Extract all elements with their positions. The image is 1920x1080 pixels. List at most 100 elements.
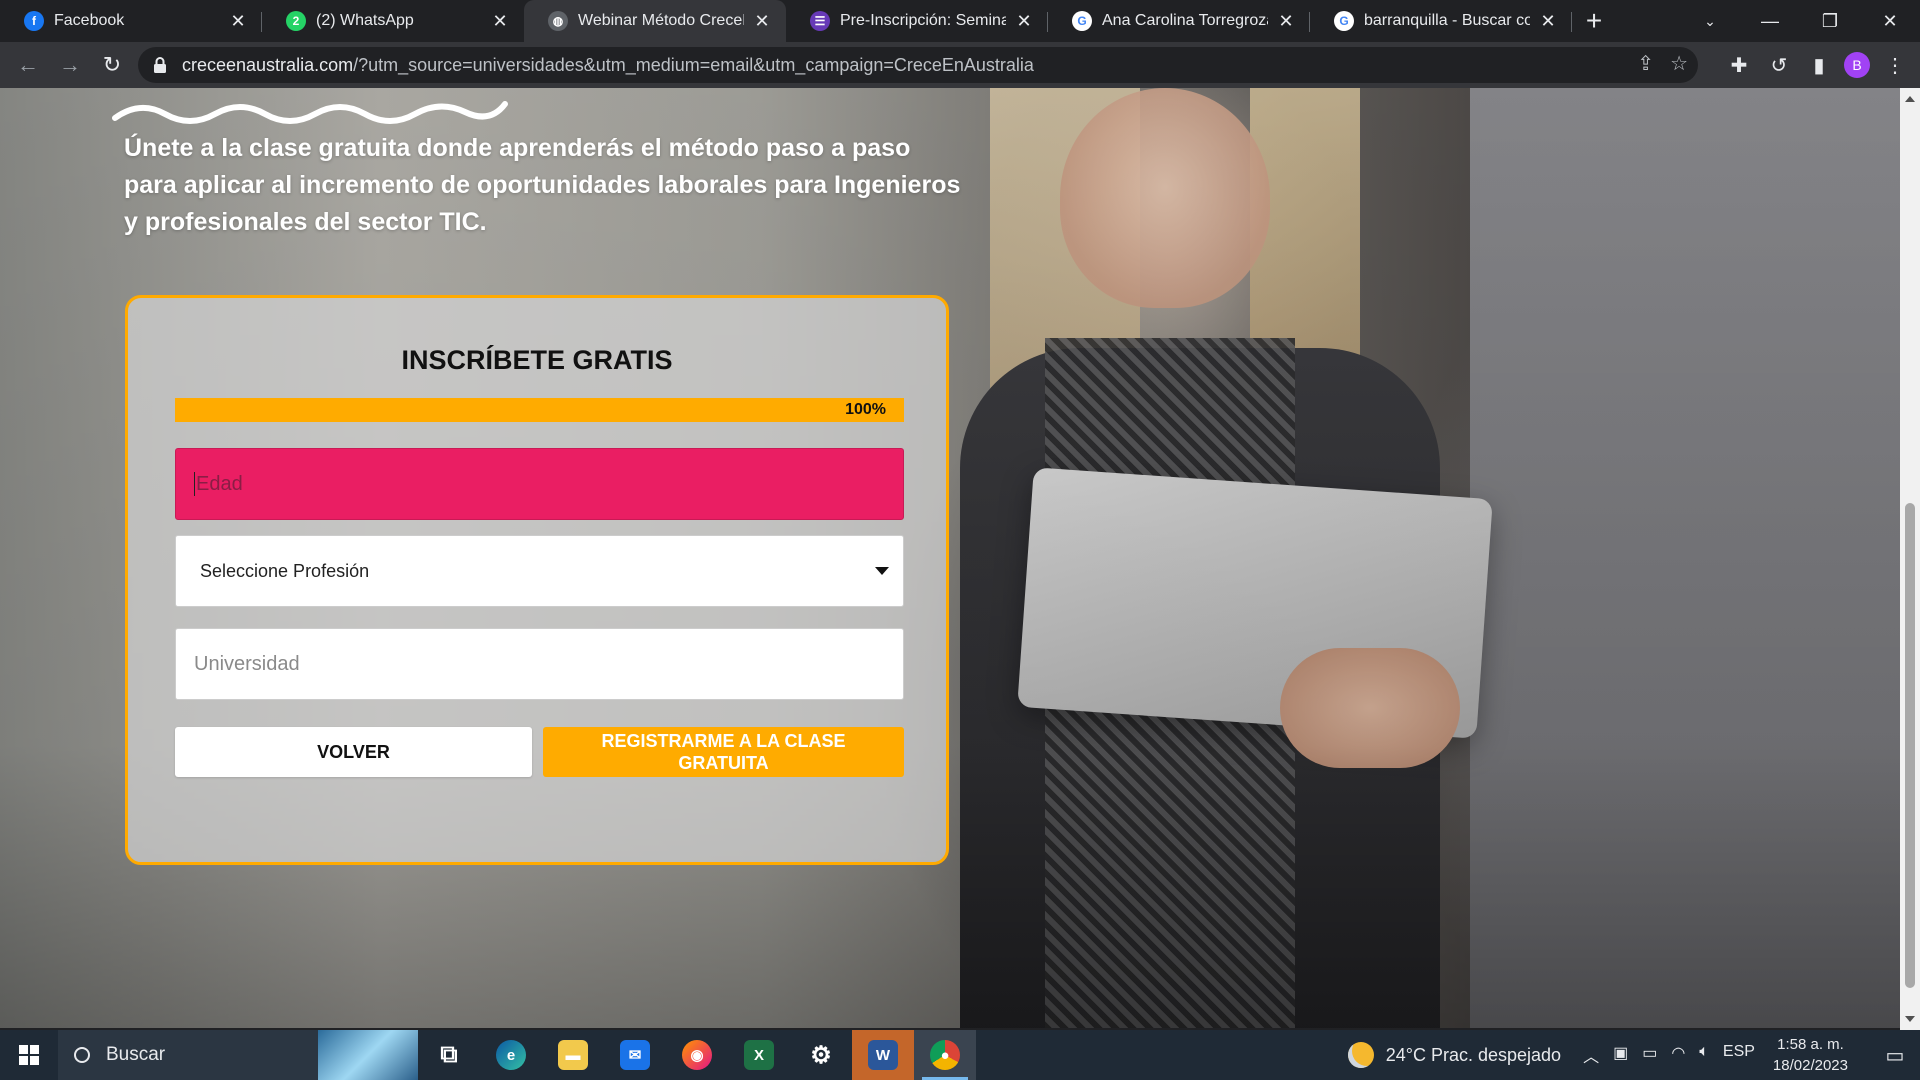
file-explorer-taskbar-button[interactable]: ▬ [542,1030,604,1080]
reload-icon[interactable]: ↻ [92,45,132,85]
page-content: Únete a la clase gratuita donde aprender… [0,88,1900,1028]
tab-title: Ana Carolina Torregroza Esp [1102,12,1268,29]
browser-tab[interactable]: ☰ Pre-Inscripción: Seminario t ✕ [786,0,1048,42]
chevron-up-icon[interactable]: ︿ [1583,1043,1599,1067]
form-progress-bar: 100% [175,398,904,422]
forms-icon: ☰ [810,11,830,31]
browser-tab[interactable]: ◍ Webinar Método CreceEnAustralia ✕ [524,0,786,42]
windows-start-icon[interactable] [0,1030,58,1080]
settings-icon: ⚙ [810,1041,832,1069]
browser-tab[interactable]: G Ana Carolina Torregroza Esp ✕ [1048,0,1310,42]
system-tray: 24°C Prac. despejado ︿ ▣ ▭ ◠ 🔈︎ ESP 1:58… [1347,1030,1920,1080]
windows-taskbar: Buscar ⧉ e ▬ ✉ ◉ X ⚙ W ● 24°C Prac. despejado ︿ … [0,1030,1920,1080]
volume-icon[interactable]: 🔈︎ [1699,1043,1709,1067]
form-title: INSCRÍBETE GRATIS [401,345,673,375]
word-taskbar-button[interactable]: W [852,1030,914,1080]
registration-form: INSCRÍBETE GRATIS 100% Edad Seleccione P… [125,295,949,865]
profession-selected-value: Seleccione Profesión [200,560,370,581]
scroll-down-arrow-icon[interactable] [1905,1016,1915,1022]
chevron-down-icon [875,567,889,575]
google-icon: G [1072,11,1092,31]
weather-icon [1347,1042,1374,1068]
url-path: /?utm_source=universidades&utm_medium=em… [353,54,1034,75]
taskbar-search-placeholder: Buscar [106,1044,166,1065]
browser-toolbar: ← → ↻ creceenaustralia.com/?utm_source=u… [0,42,1920,88]
word-icon: W [868,1040,898,1070]
url-host: creceenaustralia.com [182,54,354,75]
scroll-up-arrow-icon[interactable] [1905,96,1915,102]
browser-tab[interactable]: f Facebook ✕ [0,0,262,42]
page-scrollbar[interactable] [1900,88,1920,1030]
browser-tab[interactable]: 2 (2) WhatsApp ✕ [262,0,524,42]
meet-icon[interactable]: ▣ [1613,1043,1628,1067]
new-tab-button[interactable]: + [1572,0,1616,42]
excel-taskbar-button[interactable]: X [728,1030,790,1080]
decorative-squiggle [112,101,508,124]
tab-close-icon[interactable]: ✕ [228,11,248,31]
bookmark-star-icon[interactable]: ☆ [1670,51,1688,76]
globe-icon: ◍ [548,11,568,31]
edge-icon: e [496,1040,526,1070]
clock-date: 18/02/2023 [1772,1057,1848,1074]
weather-text: 24°C Prac. despejado [1385,1044,1562,1065]
back-button[interactable]: VOLVER [175,727,532,777]
extensions-icon[interactable]: ✚ [1724,45,1754,85]
edge-taskbar-button[interactable]: e [480,1030,542,1080]
tab-title: Facebook [54,12,125,29]
side-panel-icon[interactable]: ▮ [1804,45,1834,85]
whatsapp-icon: 2 [286,11,306,31]
clock-time: 1:58 a. m. [1777,1036,1844,1053]
tab-close-icon[interactable]: ✕ [1276,11,1296,31]
search-highlight-image [318,1030,418,1080]
profile-avatar[interactable]: B [1844,52,1870,78]
minimize-icon[interactable]: — [1740,0,1800,42]
tab-close-icon[interactable]: ✕ [752,11,772,31]
tab-title: (2) WhatsApp [316,12,414,29]
settings-taskbar-button[interactable]: ⚙ [790,1030,852,1080]
share-icon[interactable]: ⇪ [1637,51,1654,76]
window-controls: — ❐ ✕ [1740,0,1920,42]
tab-close-icon[interactable]: ✕ [1538,11,1558,31]
profession-select[interactable]: Seleccione Profesión [175,535,904,607]
close-window-icon[interactable]: ✕ [1860,0,1920,42]
restore-icon[interactable]: ❐ [1800,0,1860,42]
age-placeholder: Edad [196,472,243,495]
wifi-icon[interactable]: ◠ [1671,1043,1685,1067]
chrome-icon: ● [930,1040,960,1070]
mail-icon: ✉ [620,1040,650,1070]
notifications-icon[interactable]: ▭ [1870,1030,1920,1080]
weather-widget[interactable]: 24°C Prac. despejado [1347,1042,1562,1068]
chrome-taskbar-button[interactable]: ● [914,1030,976,1080]
page-headline: Únete a la clase gratuita donde aprender… [124,134,961,236]
register-button[interactable]: REGISTRARME A LA CLASE GRATUITA [543,727,904,777]
sync-icon[interactable]: ↺ [1764,45,1794,85]
firefox-icon: ◉ [682,1040,712,1070]
university-input[interactable]: Universidad [175,628,904,700]
clock[interactable]: 1:58 a. m. 18/02/2023 [1773,1034,1848,1076]
language-indicator[interactable]: ESP [1723,1043,1755,1067]
taskbar-search[interactable]: Buscar [58,1030,418,1080]
tab-close-icon[interactable]: ✕ [1014,11,1034,31]
firefox-taskbar-button[interactable]: ◉ [666,1030,728,1080]
file-explorer-icon: ▬ [558,1040,588,1070]
tab-title: Webinar Método CreceEnAustralia [578,12,744,29]
forward-arrow-icon[interactable]: → [50,45,90,85]
search-icon [74,1047,90,1063]
address-bar[interactable]: creceenaustralia.com/?utm_source=univers… [138,47,1698,83]
menu-kebab-icon[interactable]: ⋮ [1880,45,1910,85]
back-arrow-icon[interactable]: ← [8,45,48,85]
lock-icon [154,57,166,73]
task-view-icon: ⧉ [440,1041,458,1068]
tab-close-icon[interactable]: ✕ [490,11,510,31]
facebook-icon: f [24,11,44,31]
age-input[interactable]: Edad [175,448,904,520]
tab-search-icon[interactable]: ⌄ [1690,8,1730,34]
tab-title: barranquilla - Buscar con Go [1364,12,1530,29]
battery-icon[interactable]: ▭ [1642,1043,1657,1067]
browser-tab[interactable]: Gbarranquilla - Buscar con Go ✕ [1310,0,1572,42]
scrollbar-thumb[interactable] [1905,503,1915,988]
google-icon: G [1334,11,1354,31]
mail-taskbar-button[interactable]: ✉ [604,1030,666,1080]
tab-title: Pre-Inscripción: Seminario t [840,12,1006,29]
task-view-taskbar-button[interactable]: ⧉ [418,1030,480,1080]
